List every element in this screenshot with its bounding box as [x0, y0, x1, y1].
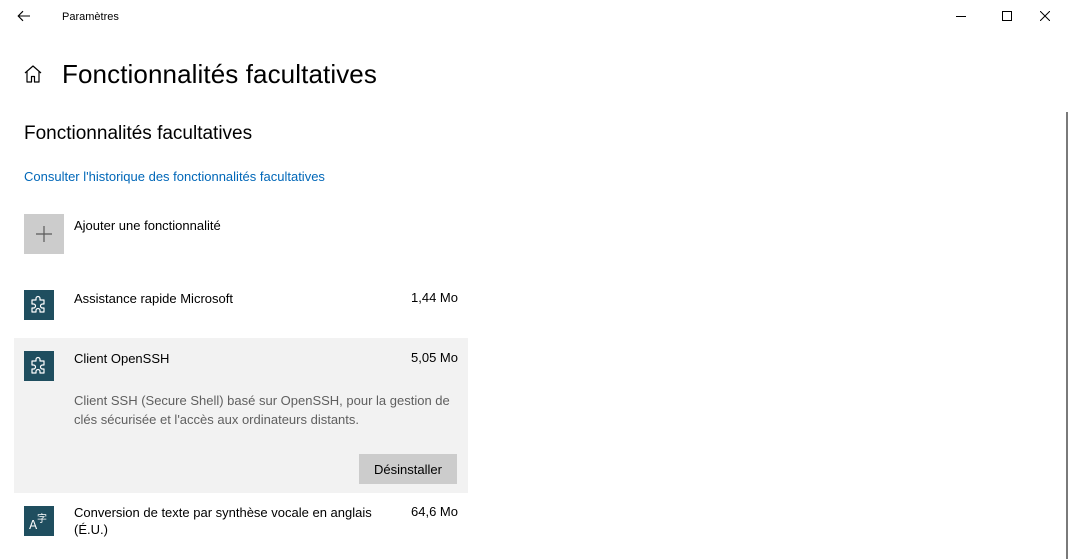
history-link[interactable]: Consulter l'historique des fonctionnalit… — [24, 169, 325, 184]
feature-item-assistance-rapide[interactable]: Assistance rapide Microsoft 1,44 Mo — [14, 290, 468, 330]
home-button[interactable] — [22, 63, 44, 85]
close-button[interactable] — [1022, 0, 1068, 32]
feature-name: Conversion de texte par synthèse vocale … — [74, 505, 372, 537]
feature-item-client-openssh[interactable]: Client OpenSSH 5,05 Mo Client SSH (Secur… — [14, 338, 468, 493]
back-arrow-icon — [17, 10, 30, 22]
feature-name: Assistance rapide Microsoft — [74, 291, 233, 306]
section-title: Fonctionnalités facultatives — [24, 123, 253, 144]
svg-text:字: 字 — [37, 512, 47, 525]
maximize-icon — [1002, 11, 1012, 21]
puzzle-icon — [31, 356, 45, 374]
add-feature-label: Ajouter une fonctionnalité — [74, 218, 221, 233]
plus-icon — [36, 226, 52, 242]
minimize-icon — [956, 16, 966, 17]
title-bar: Paramètres — [0, 0, 1068, 32]
feature-item-synthese-vocale[interactable]: A 字 Conversion de texte par synthèse voc… — [14, 504, 468, 554]
close-icon — [1040, 11, 1050, 21]
feature-size: 5,05 Mo — [411, 350, 458, 365]
feature-tile: A 字 — [24, 506, 54, 536]
back-button[interactable] — [8, 3, 40, 29]
puzzle-icon — [31, 295, 45, 313]
add-feature-button[interactable]: Ajouter une fonctionnalité — [24, 214, 464, 256]
feature-size: 64,6 Mo — [411, 504, 458, 519]
app-title: Paramètres — [62, 11, 119, 23]
feature-description: Client SSH (Secure Shell) basé sur OpenS… — [74, 393, 450, 427]
feature-name: Client OpenSSH — [74, 351, 170, 366]
page-title: Fonctionnalités facultatives — [62, 58, 377, 89]
add-feature-tile — [24, 214, 64, 254]
minimize-button[interactable] — [938, 0, 984, 32]
language-icon: A 字 — [29, 512, 47, 532]
page-header: Fonctionnalités facultatives — [22, 54, 377, 94]
feature-size: 1,44 Mo — [411, 290, 458, 305]
home-icon — [24, 65, 42, 83]
feature-tile — [24, 290, 54, 320]
feature-tile — [24, 351, 54, 381]
uninstall-button[interactable]: Désinstaller — [359, 454, 457, 484]
